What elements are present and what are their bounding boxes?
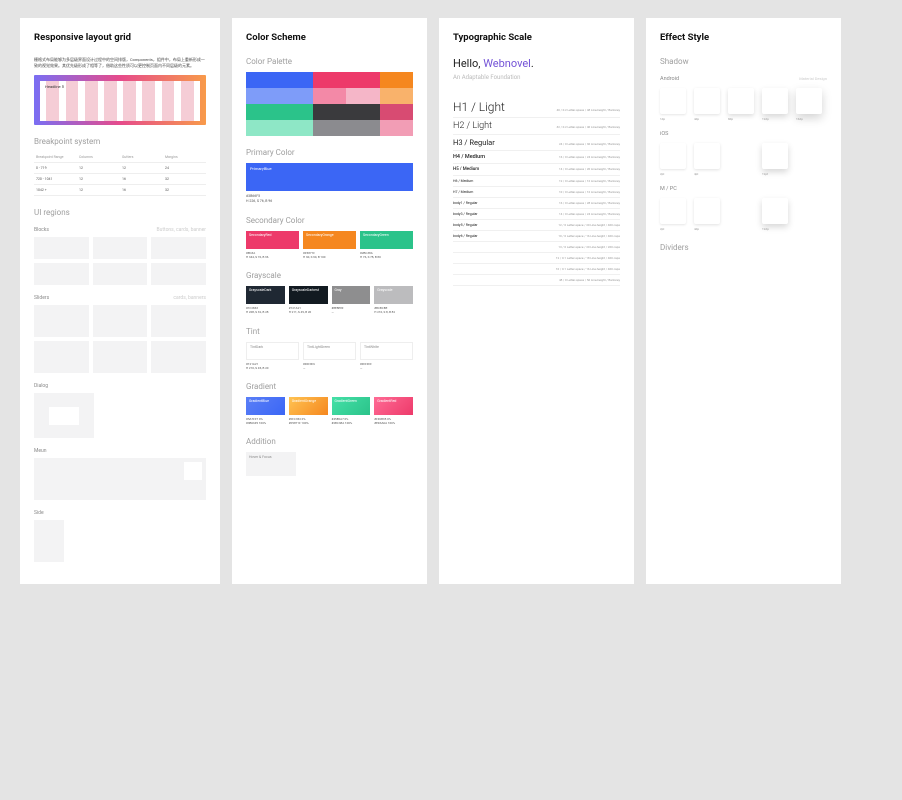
palette-cell <box>279 120 312 136</box>
swatch: GradientOrange#FFC352 0%#F5871F 100% <box>289 397 328 425</box>
type-row: H5 / Medium14 / 0 Letter-space / 20 Line… <box>453 164 620 176</box>
side-preview <box>34 520 64 562</box>
secondary-row: SecondaryRed#ED3AH 344, S 76, B 96Second… <box>246 231 413 259</box>
swatch: Gray#8E8E8F— <box>332 286 371 314</box>
swatch: TintLightGreen#F0F9F6— <box>303 342 356 370</box>
hello-text: Hello, Webnovel. <box>453 57 620 70</box>
color-palette <box>246 72 413 136</box>
type-row: H7 / Medium10 / 0 Letter-space / 16 Line… <box>453 187 620 198</box>
menu-preview <box>34 458 206 500</box>
gradient-row: GradientBlue#5A7FF7 0%#3B66F5 100%Gradie… <box>246 397 413 425</box>
panel-title: Responsive layout grid <box>34 32 206 43</box>
panel-effect-style: Effect Style Shadow AndroidMaterial Desi… <box>646 18 841 584</box>
grayscale-row: GrayscaleDark#1F2833H 208, S 32, B 28Gra… <box>246 286 413 314</box>
swatch: TintWhite#FFFFFF— <box>360 342 413 370</box>
palette-cell <box>380 88 413 104</box>
palette-cell <box>346 120 379 136</box>
primary-swatch: PrimaryBlue <box>246 163 413 191</box>
palette-cell <box>380 120 413 136</box>
swatch: GrayscaleDark#1F2833H 208, S 32, B 28 <box>246 286 285 314</box>
type-row: body5 / Regular12 / 0 Letter-space / 20 … <box>453 220 620 231</box>
palette-cell <box>279 72 312 88</box>
primary-meta: #3B66F5H 226, S 76, B 96 <box>246 194 413 204</box>
swatch: SecondaryOrange#F5871FH 30, S 90, B 100 <box>303 231 356 259</box>
type-row: H3 / Regular24 / 0 Letter-space / 36 Lin… <box>453 135 620 151</box>
palette-cell <box>380 104 413 120</box>
type-scale-list: H1 / Light40 / 0.2 Letter-space / 48 Lin… <box>453 97 620 286</box>
type-row: body1 / Regular16 / 0 Letter-space / 28 … <box>453 198 620 209</box>
type-row: H2 / Light32 / 0.2 Letter-space / 40 Lin… <box>453 118 620 135</box>
ui-regions-title: UI regions <box>34 208 206 217</box>
panel-title: Effect Style <box>660 32 827 43</box>
mpc-shadow-row <box>660 198 827 224</box>
swatch: TintDark#121A21H 210, S 45, B 20 <box>246 342 299 370</box>
type-row: body6 / Regular10 / 0 Letter-space / 16 … <box>453 231 620 242</box>
swatch: GradientGreen#45E0A7 0%#2BC38A 100% <box>332 397 371 425</box>
palette-cell <box>246 120 279 136</box>
palette-cell <box>346 88 379 104</box>
design-system-canvas: Responsive layout grid 栅格式布局能够为多层级界面设计过程… <box>0 0 902 602</box>
grid-preview: Headline 5 <box>34 75 206 125</box>
addition-swatch: Hover & Focus <box>246 452 296 476</box>
type-row: body3 / Regular14 / 0 Letter-space / 24 … <box>453 209 620 220</box>
palette-cell <box>346 72 379 88</box>
blocks-row <box>34 237 206 259</box>
type-row: 48 / 0 Letter-space / 56 Line-height / B… <box>453 275 620 286</box>
panel-responsive-grid: Responsive layout grid 栅格式布局能够为多层级界面设计过程… <box>20 18 220 584</box>
panel-color-scheme: Color Scheme Color Palette Primary Color… <box>232 18 427 584</box>
swatch: SecondaryRed#ED3AH 344, S 76, B 96 <box>246 231 299 259</box>
type-row: 13 / 0 Letter-space / 20 Line-height / 2… <box>453 242 620 253</box>
palette-cell <box>313 88 346 104</box>
panel-typographic-scale: Typographic Scale Hello, Webnovel. An Ad… <box>439 18 634 584</box>
type-row: 10 / 0.1 Letter-space / 16 Line-height /… <box>453 264 620 275</box>
grid-description: 栅格式布局能够为多层级界面设计过程中的空间排版，Components，组件中，布… <box>34 57 206 69</box>
panel-title: Typographic Scale <box>453 32 620 43</box>
palette-cell <box>313 72 346 88</box>
ios-shadow-row <box>660 143 827 169</box>
android-shadow-row <box>660 88 827 114</box>
palette-cell <box>246 88 279 104</box>
type-row: H1 / Light40 / 0.2 Letter-space / 48 Lin… <box>453 97 620 118</box>
palette-cell <box>313 120 346 136</box>
swatch: SecondaryGreen#2BC38AH 76, S 78, B 80 <box>360 231 413 259</box>
breakpoint-table: Breakpoint Range Columns Gutters Margins… <box>34 152 206 196</box>
type-row: H6 / Medium12 / 0 Letter-space / 16 Line… <box>453 176 620 187</box>
type-row: H4 / Medium16 / 0 Letter-space / 24 Line… <box>453 151 620 164</box>
preview-headline: Headline 5 <box>45 84 195 89</box>
panel-title: Color Scheme <box>246 32 413 43</box>
swatch: GradientRed#FF6B95 0%#ED3A6A 100% <box>374 397 413 425</box>
swatch: Grayscale#BCBCBEH 210, S 8, B 82 <box>374 286 413 314</box>
palette-cell <box>246 72 279 88</box>
dialog-preview <box>34 393 94 438</box>
type-row: 12 / 0.1 Letter-space / 18 Line-height /… <box>453 253 620 264</box>
breakpoint-title: Breakpoint system <box>34 137 206 146</box>
swatch: GrayscaleDarkest#121A21H 211, S 45, B 20 <box>289 286 328 314</box>
palette-cell <box>346 104 379 120</box>
palette-cell <box>246 104 279 120</box>
swatch: GradientBlue#5A7FF7 0%#3B66F5 100% <box>246 397 285 425</box>
palette-cell <box>380 72 413 88</box>
tint-row: TintDark#121A21H 210, S 45, B 20TintLigh… <box>246 342 413 370</box>
palette-cell <box>279 88 312 104</box>
palette-cell <box>313 104 346 120</box>
palette-cell <box>279 104 312 120</box>
